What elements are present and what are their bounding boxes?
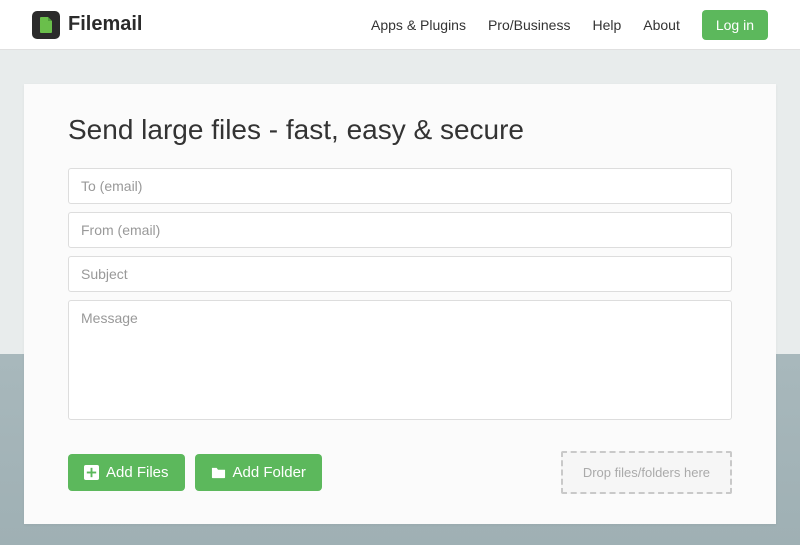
plus-square-icon bbox=[84, 465, 99, 480]
subject-input[interactable] bbox=[68, 256, 732, 292]
nav-help[interactable]: Help bbox=[592, 17, 621, 33]
from-email-input[interactable] bbox=[68, 212, 732, 248]
nav-pro-business[interactable]: Pro/Business bbox=[488, 17, 570, 33]
login-button[interactable]: Log in bbox=[702, 10, 768, 40]
nav-about[interactable]: About bbox=[643, 17, 680, 33]
add-files-label: Add Files bbox=[106, 464, 169, 481]
folder-icon bbox=[211, 465, 226, 480]
button-group: Add Files Add Folder bbox=[68, 454, 322, 491]
to-email-input[interactable] bbox=[68, 168, 732, 204]
dropzone[interactable]: Drop files/folders here bbox=[561, 451, 732, 494]
add-files-button[interactable]: Add Files bbox=[68, 454, 185, 491]
page-title: Send large files - fast, easy & secure bbox=[68, 114, 732, 146]
send-card: Send large files - fast, easy & secure A… bbox=[24, 84, 776, 524]
nav: Apps & Plugins Pro/Business Help About L… bbox=[371, 10, 768, 40]
nav-apps-plugins[interactable]: Apps & Plugins bbox=[371, 17, 466, 33]
logo-icon bbox=[32, 11, 60, 39]
add-folder-label: Add Folder bbox=[233, 464, 306, 481]
logo[interactable]: Filemail bbox=[32, 11, 142, 39]
add-folder-button[interactable]: Add Folder bbox=[195, 454, 322, 491]
header: Filemail Apps & Plugins Pro/Business Hel… bbox=[0, 0, 800, 50]
message-textarea[interactable] bbox=[68, 300, 732, 420]
logo-text: Filemail bbox=[68, 13, 142, 36]
actions-row: Add Files Add Folder Drop files/folders … bbox=[68, 451, 732, 494]
